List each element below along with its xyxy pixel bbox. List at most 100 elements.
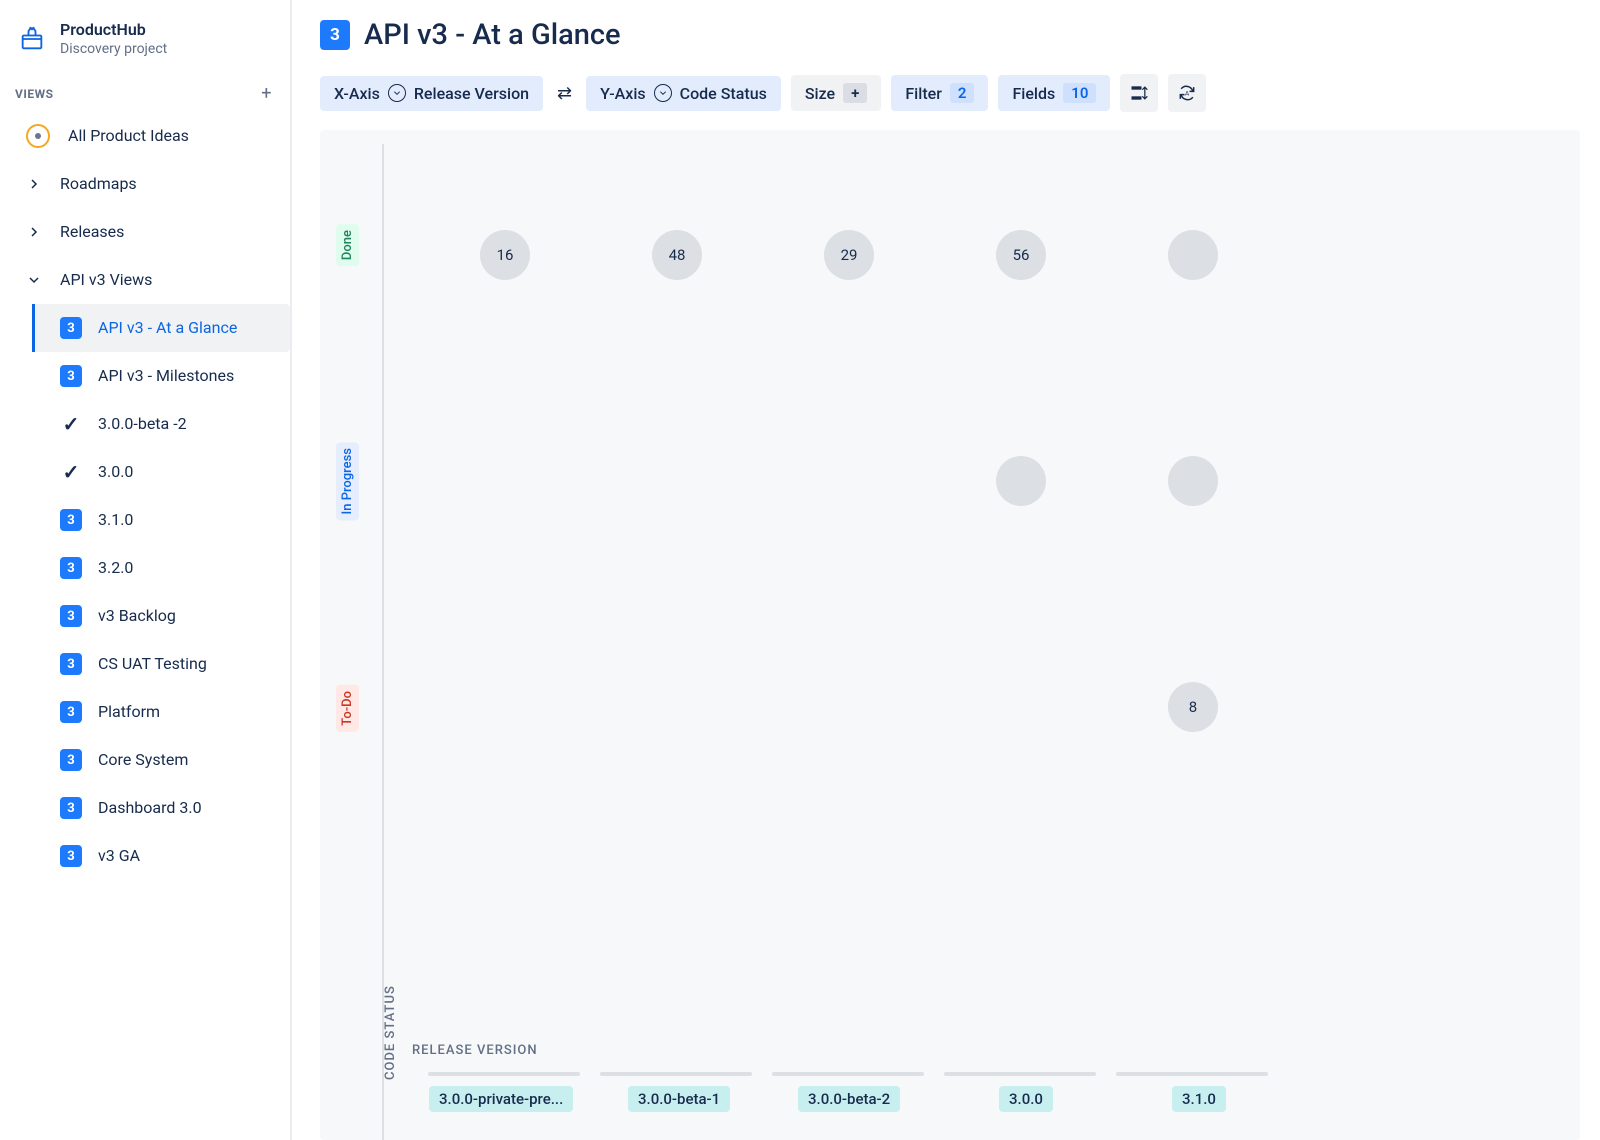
project-icon bbox=[18, 25, 46, 53]
nav-label: API v3 Views bbox=[60, 269, 278, 291]
card-layout-button[interactable] bbox=[1120, 74, 1158, 112]
page-title: API v3 - At a Glance bbox=[364, 18, 621, 52]
view-badge-icon: 3 bbox=[60, 557, 82, 579]
x-axis-value: Release Version bbox=[414, 84, 529, 103]
nav-label: 3.1.0 bbox=[98, 509, 278, 531]
bubble[interactable]: 56 bbox=[996, 230, 1046, 280]
bubble[interactable] bbox=[996, 456, 1046, 506]
x-tick bbox=[600, 1072, 752, 1076]
x-tick bbox=[944, 1072, 1096, 1076]
chevron-right-icon bbox=[26, 176, 42, 192]
nav-label: Platform bbox=[98, 701, 278, 723]
nav-api-v3-views[interactable]: API v3 Views bbox=[0, 256, 290, 304]
svg-text:A: A bbox=[1185, 90, 1190, 98]
nav-label: 3.0.0-beta -2 bbox=[98, 413, 278, 435]
nav-label: Releases bbox=[60, 221, 278, 243]
x-category[interactable]: 3.0.0-beta-2 bbox=[798, 1086, 900, 1112]
nav-releases[interactable]: Releases bbox=[0, 208, 290, 256]
view-badge-icon: 3 bbox=[60, 317, 82, 339]
y-axis-selector[interactable]: Y-Axis Code Status bbox=[586, 76, 781, 111]
nav-dashboard-3-0[interactable]: 3 Dashboard 3.0 bbox=[0, 784, 290, 832]
y-axis-prefix: Y-Axis bbox=[600, 84, 646, 103]
chevron-right-icon bbox=[26, 224, 42, 240]
project-header: ProductHub Discovery project bbox=[0, 10, 290, 75]
page-title-row: 3 API v3 - At a Glance bbox=[320, 18, 1580, 52]
views-label: VIEWS bbox=[15, 87, 54, 101]
nav-label: CS UAT Testing bbox=[98, 653, 278, 675]
nav-3-0-0-beta-2[interactable]: ✓ 3.0.0-beta -2 bbox=[0, 400, 290, 448]
y-category-done: Done bbox=[336, 224, 359, 266]
x-category[interactable]: 3.0.0-beta-1 bbox=[628, 1086, 730, 1112]
swap-axes-button[interactable]: ⇄ bbox=[553, 83, 576, 104]
view-badge-icon: 3 bbox=[60, 653, 82, 675]
chevron-down-icon bbox=[26, 272, 42, 288]
nav-api-v3-at-a-glance[interactable]: 3 API v3 - At a Glance bbox=[32, 304, 290, 352]
nav-label: 3.0.0 bbox=[98, 461, 278, 483]
fields-selector[interactable]: Fields 10 bbox=[998, 75, 1110, 111]
view-badge-icon: 3 bbox=[60, 605, 82, 627]
x-category[interactable]: 3.1.0 bbox=[1172, 1086, 1226, 1112]
check-icon: ✓ bbox=[60, 412, 82, 436]
nav-label: v3 Backlog bbox=[98, 605, 278, 627]
nav-core-system[interactable]: 3 Core System bbox=[0, 736, 290, 784]
project-title: ProductHub bbox=[60, 20, 167, 39]
chevron-down-icon bbox=[654, 84, 672, 102]
nav-label: 3.2.0 bbox=[98, 557, 278, 579]
nav-cs-uat-testing[interactable]: 3 CS UAT Testing bbox=[0, 640, 290, 688]
view-badge-icon: 3 bbox=[60, 701, 82, 723]
nav-label: Roadmaps bbox=[60, 173, 278, 195]
matrix-chart[interactable]: Done In Progress To-Do 16 48 29 56 8 COD… bbox=[320, 130, 1580, 1140]
sidebar: ProductHub Discovery project VIEWS + All… bbox=[0, 0, 292, 1140]
nav-3-0-0[interactable]: ✓ 3.0.0 bbox=[0, 448, 290, 496]
bubble[interactable]: 48 bbox=[652, 230, 702, 280]
views-section-header: VIEWS + bbox=[0, 75, 290, 112]
main-content: 3 API v3 - At a Glance X-Axis Release Ve… bbox=[292, 0, 1600, 1140]
filter-count: 2 bbox=[950, 83, 975, 103]
chevron-down-icon bbox=[388, 84, 406, 102]
x-axis-prefix: X-Axis bbox=[334, 84, 380, 103]
y-category-todo: To-Do bbox=[336, 685, 359, 732]
size-label: Size bbox=[805, 84, 835, 103]
view-badge-icon: 3 bbox=[60, 845, 82, 867]
refresh-icon: A bbox=[1177, 83, 1197, 103]
view-badge-icon: 3 bbox=[60, 749, 82, 771]
nav-label: Core System bbox=[98, 749, 278, 771]
bubble[interactable]: 8 bbox=[1168, 682, 1218, 732]
x-tick bbox=[428, 1072, 580, 1076]
x-category[interactable]: 3.0.0-private-pre... bbox=[429, 1086, 573, 1112]
nav-roadmaps[interactable]: Roadmaps bbox=[0, 160, 290, 208]
nav-v3-backlog[interactable]: 3 v3 Backlog bbox=[0, 592, 290, 640]
bubble[interactable]: 16 bbox=[480, 230, 530, 280]
compass-icon bbox=[26, 124, 50, 148]
y-axis-value: Code Status bbox=[680, 84, 767, 103]
nav-v3-ga[interactable]: 3 v3 GA bbox=[0, 832, 290, 880]
nav-label: API v3 - At a Glance bbox=[98, 317, 278, 339]
nav-all-product-ideas[interactable]: All Product Ideas bbox=[0, 112, 290, 160]
x-category[interactable]: 3.0.0 bbox=[999, 1086, 1053, 1112]
nav-platform[interactable]: 3 Platform bbox=[0, 688, 290, 736]
refresh-button[interactable]: A bbox=[1168, 74, 1206, 112]
x-axis-selector[interactable]: X-Axis Release Version bbox=[320, 76, 543, 111]
size-selector[interactable]: Size + bbox=[791, 75, 882, 111]
x-tick bbox=[772, 1072, 924, 1076]
nav-label: v3 GA bbox=[98, 845, 278, 867]
x-tick bbox=[1116, 1072, 1268, 1076]
fields-count: 10 bbox=[1063, 83, 1096, 103]
page-badge-icon: 3 bbox=[320, 20, 350, 50]
y-axis-label: CODE STATUS bbox=[383, 985, 398, 1080]
nav-label: All Product Ideas bbox=[68, 125, 278, 147]
bubble[interactable] bbox=[1168, 456, 1218, 506]
bubble[interactable] bbox=[1168, 230, 1218, 280]
bubble[interactable]: 29 bbox=[824, 230, 874, 280]
filter-selector[interactable]: Filter 2 bbox=[891, 75, 988, 111]
add-view-button[interactable]: + bbox=[261, 83, 272, 104]
x-axis-label: RELEASE VERSION bbox=[412, 1043, 538, 1058]
project-subtitle: Discovery project bbox=[60, 41, 167, 57]
nav-label: API v3 - Milestones bbox=[98, 365, 278, 387]
nav-api-v3-milestones[interactable]: 3 API v3 - Milestones bbox=[0, 352, 290, 400]
nav-label: Dashboard 3.0 bbox=[98, 797, 278, 819]
plus-icon: + bbox=[843, 83, 867, 103]
nav-3-1-0[interactable]: 3 3.1.0 bbox=[0, 496, 290, 544]
fields-label: Fields bbox=[1012, 84, 1055, 103]
nav-3-2-0[interactable]: 3 3.2.0 bbox=[0, 544, 290, 592]
